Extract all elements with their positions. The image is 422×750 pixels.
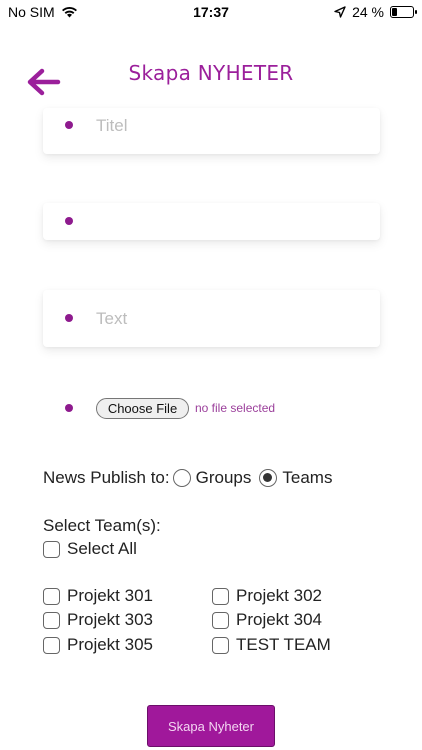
select-all-row: Select All [43,539,137,559]
status-bar: No SIM 17:37 24 % [0,0,422,24]
team-item: TEST TEAM [212,635,331,655]
choose-file-button[interactable]: Choose File [96,398,189,419]
groups-radio[interactable] [172,469,191,487]
bullet-dot [65,217,73,225]
team-checkbox[interactable] [43,611,60,629]
title-input[interactable] [96,115,366,137]
team-checkbox[interactable] [212,587,229,605]
team-checkbox[interactable] [212,611,229,629]
team-item: Projekt 305 [43,635,153,655]
select-all-label: Select All [67,539,137,558]
publish-label: News Publish to: [43,468,170,487]
create-news-button[interactable]: Skapa Nyheter [147,705,275,747]
location-arrow-icon [334,6,346,18]
text-input[interactable] [96,308,366,330]
team-checkbox[interactable] [43,587,60,605]
team-checkbox[interactable] [212,636,229,654]
teams-radio[interactable] [259,469,278,487]
team-label: Projekt 301 [67,586,153,605]
team-checkbox[interactable] [43,636,60,654]
team-label: Projekt 305 [67,635,153,654]
team-label: Projekt 302 [236,586,322,605]
select-teams-label: Select Team(s): [43,516,161,535]
file-status: no file selected [195,401,276,415]
groups-label: Groups [195,468,252,487]
bullet-dot [65,121,73,129]
team-item: Projekt 302 [212,586,322,606]
publish-to-row: News Publish to: Groups Teams [43,468,332,488]
team-item: Projekt 301 [43,586,153,606]
team-item: Projekt 303 [43,610,153,630]
team-label: Projekt 304 [236,610,322,629]
bullet-dot [65,314,73,322]
battery-icon [390,6,417,18]
teams-label: Teams [282,468,333,487]
status-right: 24 % [334,4,417,20]
team-label: TEST TEAM [236,635,331,654]
second-input[interactable] [96,210,366,232]
bullet-dot [65,404,73,412]
battery-percent: 24 % [352,4,384,20]
team-label: Projekt 303 [67,610,153,629]
select-all-checkbox[interactable] [43,540,60,558]
page-title: Skapa NYHETER [128,61,294,85]
team-item: Projekt 304 [212,610,322,630]
